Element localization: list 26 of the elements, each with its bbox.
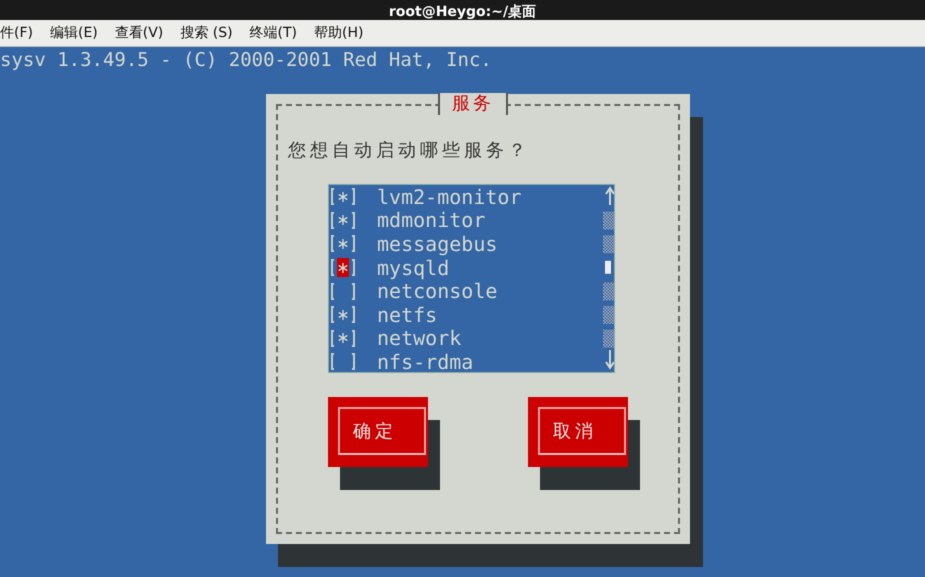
menu-item[interactable]: 帮助(H) [314, 22, 364, 44]
menu-item[interactable]: 搜索 (S) [180, 22, 233, 44]
asterisk-icon [338, 238, 348, 249]
menu-item[interactable]: 终端(T) [250, 22, 298, 44]
asterisk-icon [338, 333, 348, 344]
asterisk-icon [338, 310, 348, 320]
service-name: network [377, 326, 462, 350]
terminal-text: sysv 1.3.49.5 - (C) 2000-2001 Red Hat, Inc. [0, 49, 492, 71]
asterisk-icon [338, 215, 348, 226]
window-title: root@Heygo:~/桌面 [0, 0, 925, 20]
dialog-title: 服务 [438, 93, 508, 115]
service-name: netconsole [377, 279, 498, 304]
service-name: nfs-rdma [377, 350, 474, 374]
question-text: 您想自动启动哪些服务？ [288, 139, 530, 162]
service-name: mysqld [377, 256, 450, 280]
asterisk-icon [338, 192, 348, 202]
menu-item[interactable]: 编辑(E) [50, 22, 98, 44]
service-name: netfs [377, 302, 438, 327]
menu-item[interactable]: 查看(V) [114, 22, 164, 44]
service-name: lvm2-monitor [377, 184, 522, 209]
service-name: mdmonitor [377, 208, 486, 232]
asterisk-icon [338, 262, 348, 273]
dialog-button[interactable]: 确定 [328, 397, 428, 467]
menu-item[interactable]: 件(F) [0, 22, 33, 44]
service-name: messagebus [377, 232, 498, 256]
dialog-button[interactable]: 取消 [528, 397, 628, 467]
